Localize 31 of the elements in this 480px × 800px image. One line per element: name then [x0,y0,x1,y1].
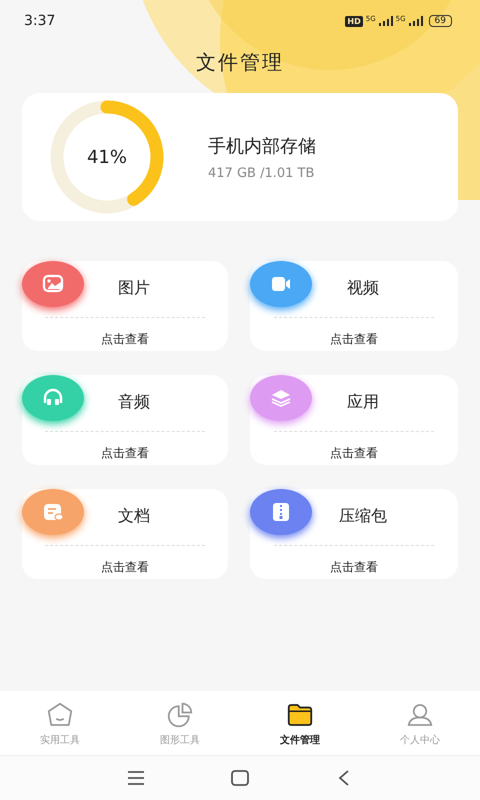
category-label: 视频 [346,278,379,299]
category-label: 图片 [117,278,150,299]
view-link[interactable]: 点击查看 [101,331,149,348]
page-title: 文件管理 [195,49,285,76]
percent-label: 41% [86,146,127,168]
clock-time: 3:37 [24,13,56,29]
menu-icon[interactable] [126,768,146,788]
category-label: 文档 [117,506,150,527]
category-card[interactable]: 图片 点击查看 [22,261,228,351]
storage-card[interactable]: 41% 手机内部存储 417 GB /1.01 TB [22,93,458,221]
view-link[interactable]: 点击查看 [330,559,378,576]
category-label: 压缩包 [338,506,387,527]
category-card[interactable]: 压缩包 点击查看 [250,489,458,579]
view-link[interactable]: 点击查看 [101,445,149,462]
storage-usage: 417 GB /1.01 TB [208,166,316,180]
home-icon[interactable] [230,768,250,788]
category-label: 应用 [346,392,379,413]
category-card[interactable]: 文档 点击查看 [22,489,228,579]
signal-icon [378,16,393,26]
category-card[interactable]: 音频 点击查看 [22,375,228,465]
hd-badge: HD [345,16,363,26]
view-link[interactable]: 点击查看 [330,445,378,462]
view-link[interactable]: 点击查看 [101,559,149,576]
category-card[interactable]: 视频 点击查看 [250,261,458,351]
view-link[interactable]: 点击查看 [330,331,378,348]
storage-name: 手机内部存储 [208,134,316,158]
signal-icon [408,16,423,26]
category-label: 音频 [117,392,150,413]
tab-item[interactable]: 文件管理 [255,700,345,746]
battery-indicator: 69 [428,15,452,27]
category-card[interactable]: 应用 点击查看 [250,375,458,465]
